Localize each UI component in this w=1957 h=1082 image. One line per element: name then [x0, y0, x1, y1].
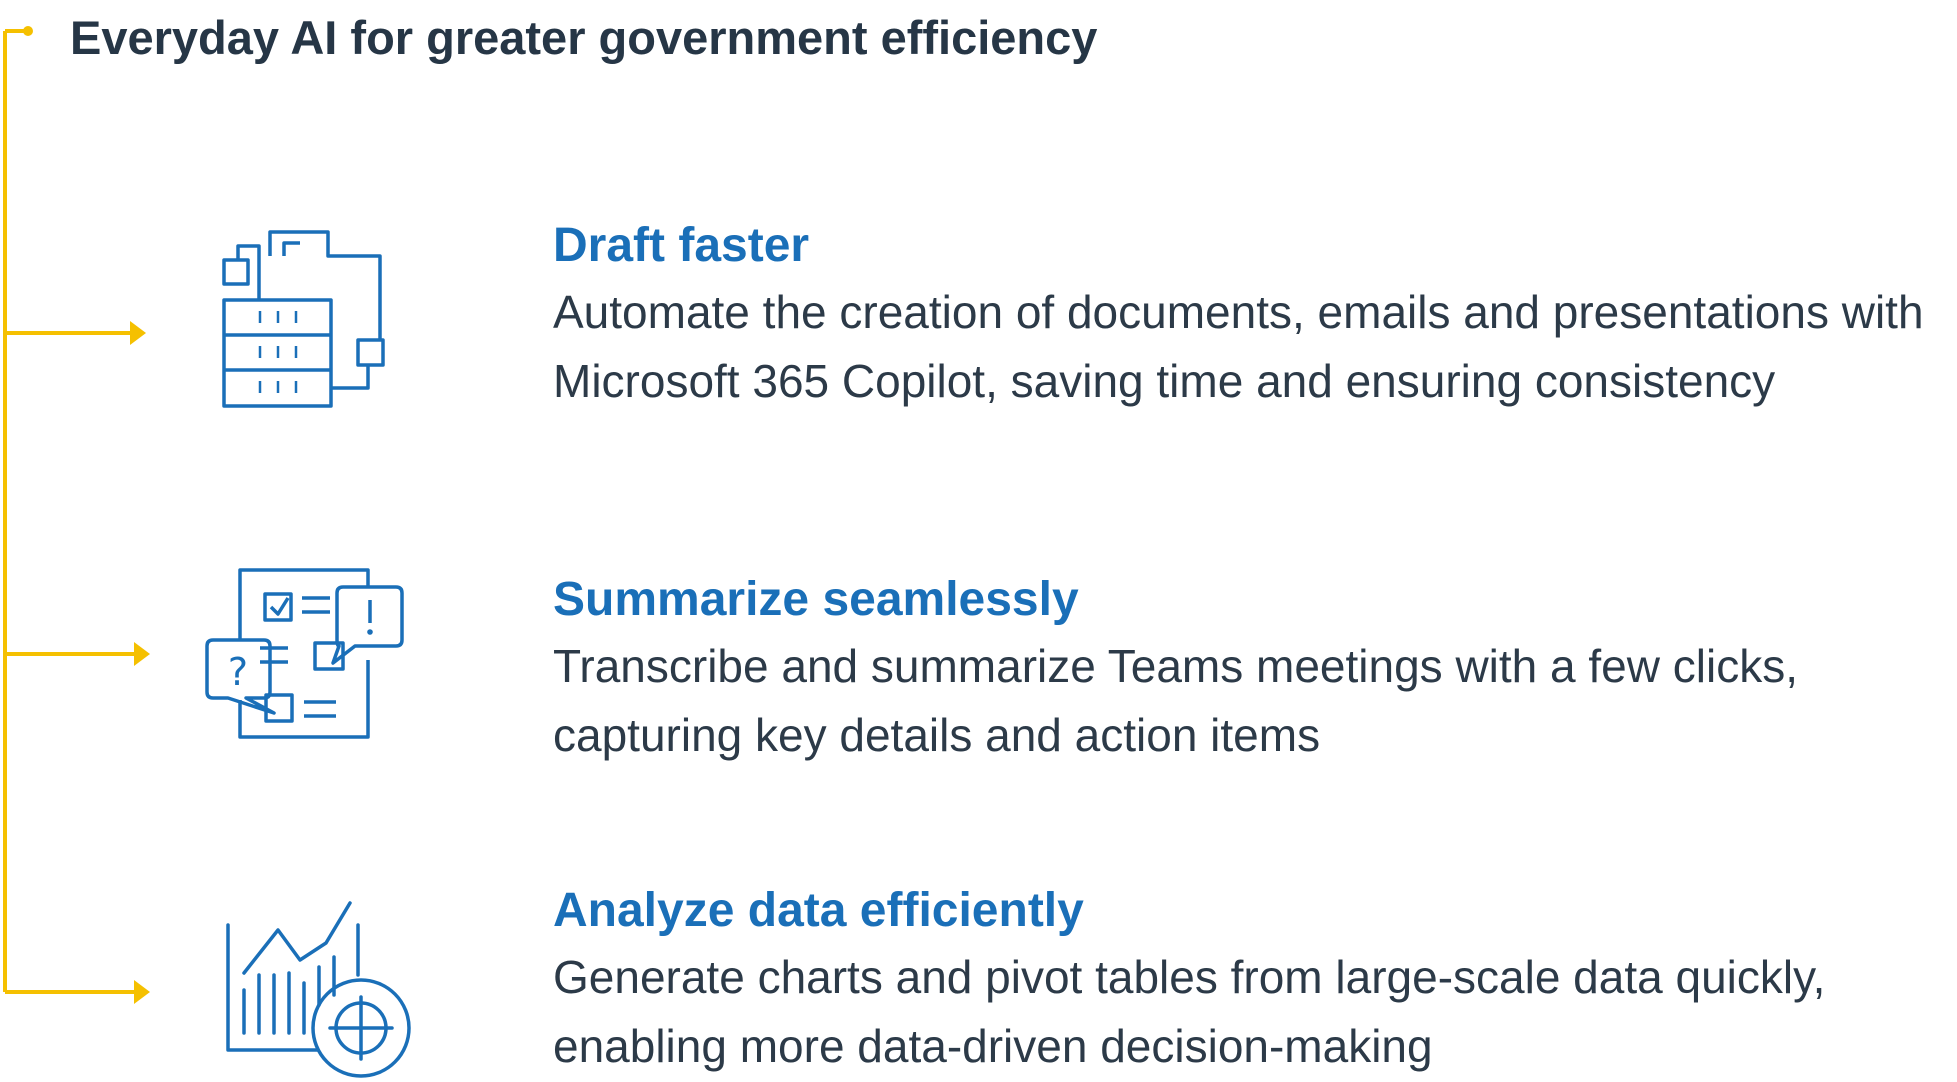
item-heading: Summarize seamlessly — [553, 573, 1079, 626]
item-description: Generate charts and pivot tables from la… — [553, 951, 1826, 1072]
item-draft-faster: Draft faster Automate the creation of do… — [553, 214, 1948, 416]
item-description: Transcribe and summarize Teams meetings … — [553, 640, 1798, 761]
item-description: Automate the creation of documents, emai… — [553, 286, 1924, 407]
svg-text:?: ? — [228, 650, 248, 694]
item-analyze-data: Analyze data efficiently Generate charts… — [553, 879, 1948, 1081]
checklist-chat-icon: ? — [205, 568, 404, 739]
item-summarize-seamlessly: Summarize seamlessly Transcribe and summ… — [553, 568, 1948, 770]
page-title: Everyday AI for greater government effic… — [70, 11, 1098, 64]
connector-lines — [3, 26, 150, 1004]
document-table-icon — [222, 230, 385, 408]
item-heading: Draft faster — [553, 219, 810, 272]
chart-target-icon — [226, 901, 411, 1078]
item-heading: Analyze data efficiently — [553, 884, 1084, 937]
